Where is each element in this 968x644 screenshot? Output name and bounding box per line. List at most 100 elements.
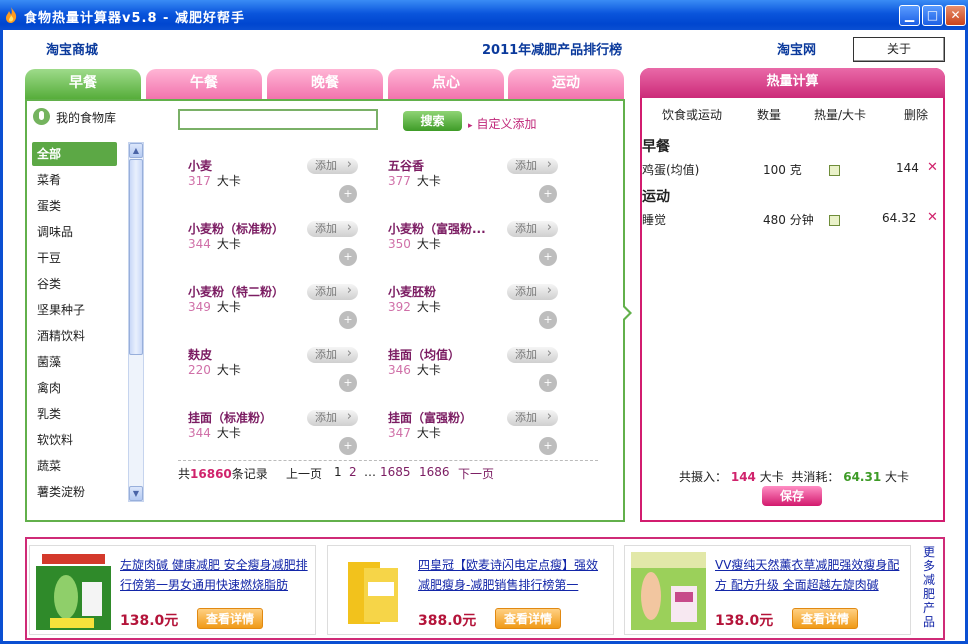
add-person-icon[interactable]: + bbox=[539, 374, 557, 392]
add-button[interactable]: 添加 bbox=[507, 346, 558, 363]
add-person-icon[interactable]: + bbox=[339, 248, 357, 266]
add-button[interactable]: 添加 bbox=[307, 346, 358, 363]
add-person-icon[interactable]: + bbox=[339, 437, 357, 455]
ad-card[interactable]: 左旋肉碱 健康减肥 安全瘦身减肥排行傍第一男女通用快速燃烧脂肪 138.0元 查… bbox=[29, 545, 316, 635]
record-count: 共16860条记录 bbox=[178, 465, 268, 482]
ad-price: 138.0元 bbox=[715, 613, 774, 629]
scroll-down-icon[interactable]: ▼ bbox=[129, 486, 143, 501]
scroll-up-icon[interactable]: ▲ bbox=[129, 143, 143, 158]
add-person-icon[interactable]: + bbox=[539, 311, 557, 329]
calorie-unit: 大卡 bbox=[216, 237, 241, 251]
category-item[interactable]: 干豆 bbox=[32, 246, 117, 270]
page-link-1[interactable]: 1 bbox=[334, 465, 342, 479]
edit-icon[interactable] bbox=[829, 215, 840, 226]
ranking-link[interactable]: 2011年减肥产品排行榜 bbox=[482, 39, 622, 58]
category-item[interactable]: 坚果种子 bbox=[32, 298, 117, 322]
add-person-icon[interactable]: + bbox=[539, 185, 557, 203]
panel-pointer-inner bbox=[622, 306, 629, 320]
category-item[interactable]: 禽肉 bbox=[32, 376, 117, 400]
add-button[interactable]: 添加 bbox=[307, 409, 358, 426]
category-item[interactable]: 薯类淀粉 bbox=[32, 480, 117, 504]
category-item[interactable]: 菌藻 bbox=[32, 350, 117, 374]
ad-title-link[interactable]: VV瘦纯天然薰衣草减肥强效瘦身配方 配方升级 全面超越左旋肉碱 bbox=[715, 555, 905, 595]
product-image[interactable] bbox=[334, 552, 409, 630]
tab-dinner[interactable]: 晚餐 bbox=[267, 69, 383, 99]
category-item[interactable]: 蛋类 bbox=[32, 194, 117, 218]
calorie-value: 220 bbox=[188, 363, 211, 377]
search-input[interactable] bbox=[178, 109, 378, 130]
tab-breakfast[interactable]: 早餐 bbox=[25, 69, 141, 99]
tab-lunch[interactable]: 午餐 bbox=[146, 69, 262, 99]
search-button[interactable]: 搜索 bbox=[403, 111, 462, 131]
scroll-thumb[interactable] bbox=[129, 159, 143, 355]
category-item[interactable]: 蔬菜 bbox=[32, 454, 117, 478]
page-ellipsis: … bbox=[364, 465, 376, 479]
food-calories: 344 大卡 bbox=[188, 235, 241, 252]
page-link-2[interactable]: 2 bbox=[349, 465, 357, 479]
calc-title: 热量计算 bbox=[640, 68, 945, 98]
add-button[interactable]: 添加 bbox=[507, 283, 558, 300]
add-person-icon[interactable]: + bbox=[539, 437, 557, 455]
add-person-icon[interactable]: + bbox=[339, 311, 357, 329]
library-icon bbox=[33, 108, 50, 125]
entry-kcal: 144 bbox=[896, 161, 919, 175]
add-person-icon[interactable]: + bbox=[339, 185, 357, 203]
calorie-value: 392 bbox=[388, 300, 411, 314]
product-image[interactable] bbox=[36, 552, 111, 630]
close-button[interactable]: ✕ bbox=[945, 5, 966, 26]
food-calories: 317 大卡 bbox=[188, 172, 241, 189]
library-title: 我的食物库 bbox=[56, 111, 117, 125]
view-detail-button[interactable]: 查看详情 bbox=[495, 608, 561, 629]
maximize-button[interactable]: □ bbox=[922, 5, 943, 26]
calorie-value: 346 bbox=[388, 363, 411, 377]
category-item[interactable]: 调味品 bbox=[32, 220, 117, 244]
add-person-icon[interactable]: + bbox=[339, 374, 357, 392]
tab-exercise[interactable]: 运动 bbox=[508, 69, 624, 99]
record-number: 16860 bbox=[190, 467, 232, 481]
category-scrollbar[interactable]: ▲ ▼ bbox=[128, 142, 144, 502]
category-item[interactable]: 软饮料 bbox=[32, 428, 117, 452]
category-item[interactable]: 谷类 bbox=[32, 272, 117, 296]
taobao-link[interactable]: 淘宝网 bbox=[777, 39, 816, 58]
about-button[interactable]: 关于 bbox=[853, 37, 945, 62]
minimize-button[interactable]: ▁ bbox=[899, 5, 920, 26]
category-item[interactable]: 全部 bbox=[32, 142, 117, 166]
add-button[interactable]: 添加 bbox=[507, 409, 558, 426]
category-item[interactable]: 酒精饮料 bbox=[32, 324, 117, 348]
add-button[interactable]: 添加 bbox=[307, 220, 358, 237]
next-page-link[interactable]: 下一页 bbox=[458, 465, 494, 482]
entry-kcal: 64.32 bbox=[882, 211, 917, 225]
view-detail-button[interactable]: 查看详情 bbox=[197, 608, 263, 629]
delete-icon[interactable]: ✕ bbox=[927, 210, 938, 225]
delete-icon[interactable]: ✕ bbox=[927, 160, 938, 175]
record-prefix: 共 bbox=[178, 467, 191, 481]
add-button[interactable]: 添加 bbox=[307, 283, 358, 300]
food-calories: 392 大卡 bbox=[388, 298, 441, 315]
add-button[interactable]: 添加 bbox=[507, 220, 558, 237]
save-button[interactable]: 保存 bbox=[762, 486, 822, 506]
product-image[interactable] bbox=[631, 552, 706, 630]
view-detail-button[interactable]: 查看详情 bbox=[792, 608, 858, 629]
burn-unit: 大卡 bbox=[885, 470, 910, 484]
col-header-kcal: 热量/大卡 bbox=[814, 108, 867, 122]
ad-card[interactable]: VV瘦纯天然薰衣草减肥强效瘦身配方 配方升级 全面超越左旋肉碱 138.0元 查… bbox=[624, 545, 911, 635]
food-calories: 349 大卡 bbox=[188, 298, 241, 315]
edit-icon[interactable] bbox=[829, 165, 840, 176]
ad-title-link[interactable]: 四皇冠【欧麦诗闪电定点瘦】强效减肥瘦身-减肥销售排行榜第一 bbox=[418, 555, 608, 595]
food-calories: 220 大卡 bbox=[188, 361, 241, 378]
more-products-link[interactable]: 更多减肥产品 bbox=[921, 545, 937, 629]
ad-card[interactable]: 四皇冠【欧麦诗闪电定点瘦】强效减肥瘦身-减肥销售排行榜第一 388.0元 查看详… bbox=[327, 545, 614, 635]
category-item[interactable]: 乳类 bbox=[32, 402, 117, 426]
ad-title-link[interactable]: 左旋肉碱 健康减肥 安全瘦身减肥排行傍第一男女通用快速燃烧脂肪 bbox=[120, 555, 310, 595]
taobao-mall-link[interactable]: 淘宝商城 bbox=[46, 39, 98, 58]
add-button[interactable]: 添加 bbox=[507, 157, 558, 174]
tab-snack[interactable]: 点心 bbox=[388, 69, 504, 99]
custom-add-link[interactable]: 自定义添加 bbox=[468, 115, 537, 132]
page-link-1685[interactable]: 1685 bbox=[380, 465, 411, 479]
add-person-icon[interactable]: + bbox=[539, 248, 557, 266]
category-item[interactable]: 菜肴 bbox=[32, 168, 117, 192]
page-link-1686[interactable]: 1686 bbox=[419, 465, 450, 479]
add-button[interactable]: 添加 bbox=[307, 157, 358, 174]
prev-page-link[interactable]: 上一页 bbox=[286, 465, 322, 482]
section-exercise: 运动 bbox=[642, 189, 670, 205]
